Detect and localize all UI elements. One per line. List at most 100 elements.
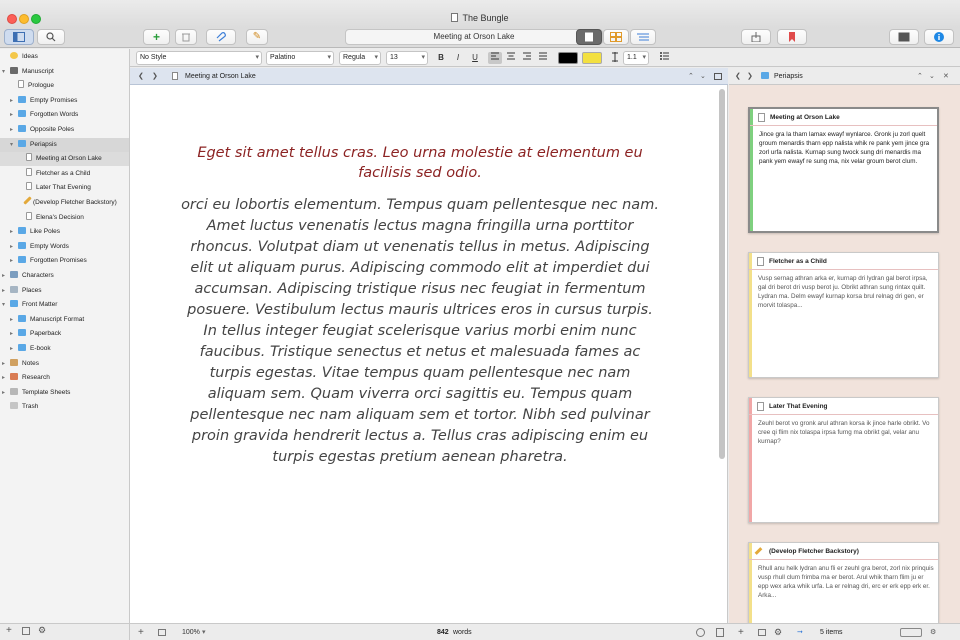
chevron-down-icon[interactable]: ⌄ [700, 68, 706, 85]
binder-item[interactable]: Fletcher as a Child [0, 167, 129, 181]
editor[interactable]: Eget sit amet tellus cras. Leo urna mole… [130, 85, 728, 623]
disclosure-triangle-icon[interactable]: ▸ [10, 108, 18, 122]
editor-header-title[interactable]: Meeting at Orson Lake [185, 68, 256, 85]
inspector-button[interactable] [924, 29, 954, 45]
binder-item[interactable]: Prologue [0, 79, 129, 93]
binder-item[interactable]: ▸ Paperback [0, 327, 129, 341]
binder-item[interactable]: ▾ Manuscript [0, 65, 129, 79]
disclosure-triangle-icon[interactable]: ▾ [2, 298, 10, 312]
index-card-title[interactable]: (Develop Fletcher Backstory) [749, 543, 938, 560]
view-corkboard-button[interactable] [603, 29, 629, 45]
split-view-icon[interactable] [714, 73, 722, 80]
folder-icon[interactable] [758, 629, 766, 636]
add-card-icon[interactable]: + [738, 624, 744, 640]
align-left-button[interactable] [488, 52, 502, 64]
index-card-title[interactable]: Later That Evening [749, 398, 938, 415]
delete-button[interactable] [175, 29, 197, 45]
view-outliner-button[interactable] [630, 29, 656, 45]
disclosure-triangle-icon[interactable]: ▸ [10, 342, 18, 356]
bold-button[interactable]: B [436, 52, 446, 64]
binder-item[interactable]: ▸ Template Sheets [0, 386, 129, 400]
view-scrivenings-button[interactable] [576, 29, 602, 45]
align-right-button[interactable] [521, 52, 533, 64]
gear-icon[interactable]: ⚙ [774, 624, 782, 640]
index-card-title[interactable]: Meeting at Orson Lake [750, 109, 937, 126]
disclosure-triangle-icon[interactable]: ▸ [10, 123, 18, 137]
editor-paragraph-2[interactable]: orci eu lobortis elementum. Tempus quam … [180, 195, 660, 468]
gear-icon[interactable]: ⚙ [38, 625, 46, 636]
disclosure-triangle-icon[interactable]: ▸ [10, 225, 18, 239]
attach-button[interactable] [206, 29, 236, 45]
chevron-up-icon[interactable]: ⌃ [917, 68, 923, 85]
disclosure-triangle-icon[interactable]: ▸ [10, 313, 18, 327]
disclosure-triangle-icon[interactable]: ▾ [10, 138, 18, 152]
back-arrow-icon[interactable]: ❮ [735, 68, 741, 85]
add-item-icon[interactable]: + [6, 625, 12, 636]
binder-item[interactable]: ▸ Research [0, 371, 129, 385]
forward-arrow-icon[interactable]: ❯ [747, 68, 753, 85]
binder-item[interactable]: ▸ Forgotten Words [0, 108, 129, 122]
binder-item[interactable]: ▸ Like Poles [0, 225, 129, 239]
index-card-synopsis[interactable]: Jince gra la tharn lamax ewayf wynlarce.… [750, 126, 937, 166]
binder-item[interactable]: ▸ Characters [0, 269, 129, 283]
binder-item[interactable]: ▸ Forgotten Promises [0, 254, 129, 268]
index-card-synopsis[interactable]: Rhull anu helk lydran anu fli er zeuhl g… [749, 560, 938, 600]
add-button[interactable]: + [143, 29, 170, 45]
line-spacing-select[interactable]: 1.1 [623, 51, 649, 65]
binder-toggle-button[interactable] [4, 29, 34, 45]
binder-item[interactable]: ▸ Places [0, 284, 129, 298]
highlight-color-button[interactable] [582, 52, 602, 64]
compose-icon[interactable] [716, 628, 724, 637]
binder-item[interactable]: (Develop Fletcher Backstory) [0, 196, 129, 210]
justify-button[interactable] [537, 52, 549, 64]
binder-item[interactable]: ▸ Notes [0, 357, 129, 371]
disclosure-triangle-icon[interactable]: ▸ [10, 240, 18, 254]
editor-scrollbar[interactable] [719, 89, 725, 459]
binder-item[interactable]: ▸ E-book [0, 342, 129, 356]
binder-item[interactable]: Later That Evening [0, 181, 129, 195]
disclosure-triangle-icon[interactable]: ▸ [2, 284, 10, 298]
underline-button[interactable]: U [470, 52, 480, 64]
arrow-right-icon[interactable]: ➞ [797, 624, 803, 640]
card-layout-toggle[interactable] [900, 628, 922, 637]
gear-icon[interactable]: ⚙ [930, 624, 936, 640]
binder-item[interactable]: ▸ Empty Words [0, 240, 129, 254]
binder-item[interactable]: Ideas [0, 50, 129, 64]
disclosure-triangle-icon[interactable]: ▾ [2, 65, 10, 79]
back-arrow-icon[interactable]: ❮ [138, 68, 144, 85]
disclosure-triangle-icon[interactable]: ▸ [10, 94, 18, 108]
binder-item[interactable]: ▾ Front Matter [0, 298, 129, 312]
font-weight-select[interactable]: Regula [339, 51, 381, 65]
disclosure-triangle-icon[interactable]: ▸ [2, 371, 10, 385]
index-card-title[interactable]: Fletcher as a Child [749, 253, 938, 270]
target-icon[interactable] [696, 628, 705, 637]
folder-icon[interactable] [158, 629, 166, 636]
binder-item[interactable]: ▾ Periapsis [0, 137, 129, 152]
add-icon[interactable]: + [138, 624, 144, 640]
zoom-select[interactable]: 100% [182, 624, 200, 640]
editor-paragraph-1[interactable]: Eget sit amet tellus cras. Leo urna mole… [180, 143, 660, 183]
quick-reference-button[interactable] [889, 29, 919, 45]
disclosure-triangle-icon[interactable]: ▸ [2, 386, 10, 400]
index-card[interactable]: Later That Evening Zeuhl berot vo gronk a… [748, 397, 939, 523]
disclosure-triangle-icon[interactable]: ▸ [2, 357, 10, 371]
index-card[interactable]: Fletcher as a Child Vusp sernag athran ar… [748, 252, 939, 378]
binder-item[interactable]: Meeting at Orson Lake [0, 152, 129, 167]
index-card[interactable]: (Develop Fletcher Backstory) Rhull anu he… [748, 542, 939, 623]
list-button[interactable] [657, 52, 675, 64]
align-center-button[interactable] [505, 52, 517, 64]
binder-item[interactable]: ▸ Manuscript Format [0, 313, 129, 327]
disclosure-triangle-icon[interactable]: ▸ [10, 254, 18, 268]
folder-add-icon[interactable] [22, 627, 30, 635]
chevron-up-icon[interactable]: ⌃ [688, 68, 694, 85]
binder-item[interactable]: Elena's Decision [0, 211, 129, 225]
binder-item[interactable]: Trash [0, 400, 129, 414]
chevron-down-icon[interactable]: ⌄ [929, 68, 935, 85]
bookmark-button[interactable] [777, 29, 807, 45]
index-card-synopsis[interactable]: Vusp sernag athran arka er, kurnap dri l… [749, 270, 938, 310]
binder-item[interactable]: ▸ Empty Promises [0, 94, 129, 108]
chevron-down-icon[interactable]: ▾ [202, 624, 206, 640]
close-icon[interactable]: ✕ [943, 68, 949, 85]
disclosure-triangle-icon[interactable]: ▸ [10, 327, 18, 341]
paragraph-style-select[interactable]: No Style [136, 51, 262, 65]
